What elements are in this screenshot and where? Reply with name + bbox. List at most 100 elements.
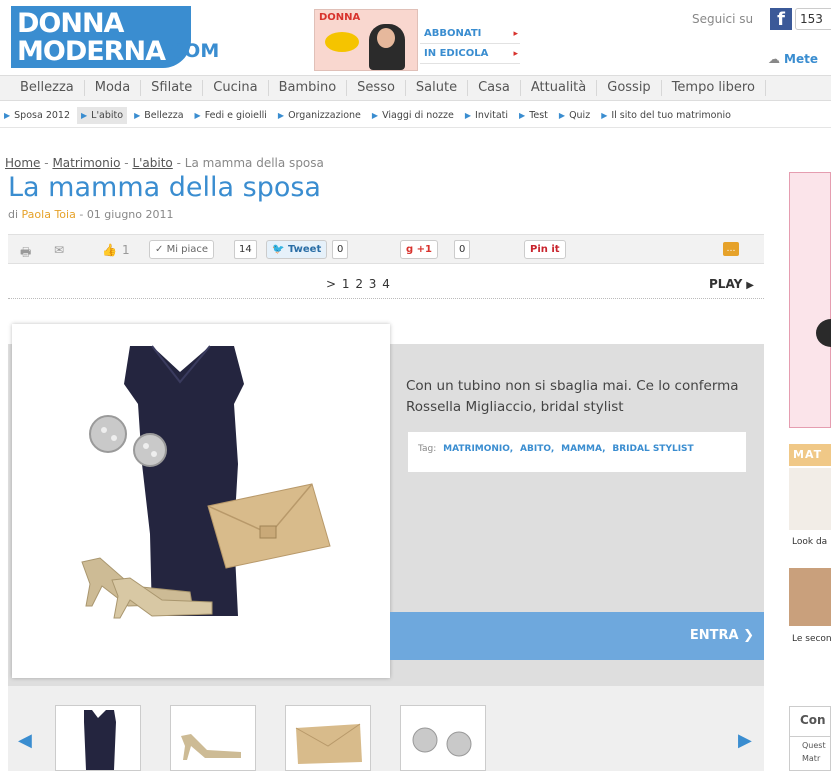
breadcrumb-separator: - xyxy=(44,156,49,170)
logo-word-moderna: MODERNA xyxy=(17,36,166,67)
thumbnail-shoes[interactable] xyxy=(170,705,256,771)
enter-button[interactable]: ENTRA ❯ xyxy=(390,612,764,660)
weather-cloud-icon: ☁ xyxy=(768,52,780,66)
breadcrumb-labito[interactable]: L'abito xyxy=(132,156,172,170)
facebook-like-button[interactable]: ✓ Mi piace xyxy=(149,240,215,259)
subnav-label: Il sito del tuo matrimonio xyxy=(611,110,731,121)
page-title: La mamma della sposa xyxy=(8,172,321,203)
tags-label: Tag: xyxy=(418,444,437,454)
thumbs-up-icon[interactable]: 👍 xyxy=(102,243,117,257)
weather-label: Mete xyxy=(784,52,818,66)
play-icon: ▶ xyxy=(746,280,754,291)
thumbnail-dress[interactable] xyxy=(55,705,141,771)
subnav-label: Invitati xyxy=(475,110,509,121)
google-plus-label: +1 xyxy=(416,244,432,255)
gallery-caption: Con un tubino non si sbaglia mai. Ce lo … xyxy=(406,378,739,415)
tag-matrimonio[interactable]: MATRIMONIO, xyxy=(443,444,513,454)
nav-item-cucina[interactable]: Cucina xyxy=(203,80,269,96)
triangle-right-icon: ▶ xyxy=(81,111,88,120)
triangle-right-icon: ▶ xyxy=(519,111,526,120)
byline-separator: - xyxy=(79,208,84,221)
nav-item-sesso[interactable]: Sesso xyxy=(347,80,406,96)
play-button[interactable]: PLAY ▶ xyxy=(709,277,754,291)
sidebar-box-link[interactable]: Matr xyxy=(790,750,830,763)
sidebar-item-image[interactable] xyxy=(789,468,831,530)
like-count: 1 xyxy=(122,243,130,257)
nav-item-casa[interactable]: Casa xyxy=(468,80,521,96)
nav-item-sfilate[interactable]: Sfilate xyxy=(141,80,204,96)
breadcrumb-current: La mamma della sposa xyxy=(184,156,324,170)
triangle-right-icon: ▶ xyxy=(601,111,608,120)
triangle-right-icon: ▶ xyxy=(134,111,141,120)
breadcrumb-separator: - xyxy=(176,156,181,170)
earrings-thumbnail-image xyxy=(412,727,472,757)
tag-bridal-stylist[interactable]: BRIDAL STYLIST xyxy=(612,444,693,454)
magazine-cover-face xyxy=(377,28,395,48)
tag-abito[interactable]: ABITO, xyxy=(520,444,554,454)
subnav-item-invitati[interactable]: ▶ Invitati xyxy=(461,107,512,124)
subnav-item-sposa-2012[interactable]: ▶ Sposa 2012 xyxy=(0,107,74,124)
nav-item-attualita[interactable]: Attualità xyxy=(521,80,598,96)
subnav-label: Test xyxy=(529,110,548,121)
thumbnail-next-icon[interactable]: ▶ xyxy=(738,730,752,751)
subnav-label: Sposa 2012 xyxy=(14,110,70,121)
sidebar-item-title[interactable]: Look da xyxy=(792,537,827,547)
nav-item-gossip[interactable]: Gossip xyxy=(597,80,662,96)
main-nav: Bellezza Moda Sfilate Cucina Bambino Ses… xyxy=(0,75,831,101)
site-logo[interactable]: DONNA MODERNA .COM xyxy=(11,6,243,68)
subnav-item-test[interactable]: ▶ Test xyxy=(515,107,552,124)
sidebar-item-image[interactable] xyxy=(789,568,831,626)
subscribe-link[interactable]: ABBONATI ▸ xyxy=(420,24,520,44)
magazine-title: DONNA xyxy=(319,12,361,23)
email-icon[interactable]: ✉ xyxy=(54,243,64,257)
author-link[interactable]: Paola Toia xyxy=(22,208,76,221)
newsstand-label: IN EDICOLA xyxy=(424,48,489,59)
facebook-icon[interactable]: f xyxy=(770,8,792,30)
print-icon[interactable]: 🖶 xyxy=(20,243,31,264)
nav-item-tempo-libero[interactable]: Tempo libero xyxy=(662,80,766,96)
subscribe-label: ABBONATI xyxy=(424,28,482,39)
gallery-main-image[interactable] xyxy=(12,324,390,678)
subnav-item-organizzazione[interactable]: ▶ Organizzazione xyxy=(274,107,365,124)
tag-mamma[interactable]: MAMMA, xyxy=(561,444,605,454)
subnav-item-bellezza[interactable]: ▶ Bellezza xyxy=(130,107,187,124)
facebook-like-label: Mi piace xyxy=(166,244,209,255)
weather-link[interactable]: ☁ Mete xyxy=(768,52,818,66)
google-plus-button[interactable]: g +1 xyxy=(400,240,438,259)
subnav-item-labito[interactable]: ▶ L'abito xyxy=(77,107,128,124)
subnav-item-viaggi-nozze[interactable]: ▶ Viaggi di nozze xyxy=(368,107,458,124)
nav-item-moda[interactable]: Moda xyxy=(85,80,142,96)
sidebar-item-title[interactable]: Le secon xyxy=(792,634,831,644)
triangle-right-icon: ▶ xyxy=(558,111,566,120)
thumbnail-prev-icon[interactable]: ◀ xyxy=(18,730,32,751)
magazine-badge xyxy=(325,32,359,52)
pager-prev[interactable]: > xyxy=(326,277,337,291)
subnav-item-fedi-gioielli[interactable]: ▶ Fedi e gioielli xyxy=(191,107,271,124)
sidebar-ad[interactable] xyxy=(789,172,831,428)
thumbnail-earrings[interactable] xyxy=(400,705,486,771)
newsstand-link[interactable]: IN EDICOLA ▸ xyxy=(420,44,520,64)
publish-date: 01 giugno 2011 xyxy=(86,208,174,221)
subnav-item-sito-matrimonio[interactable]: ▶ Il sito del tuo matrimonio xyxy=(597,107,735,124)
subnav-label: L'abito xyxy=(91,110,124,121)
byline-prefix: di xyxy=(8,208,19,221)
comment-icon[interactable]: … xyxy=(723,242,739,256)
share-bar: 🖶 ✉ 👍 1 ✓ Mi piace 14 🐦 Tweet 0 g +1 0 P… xyxy=(8,234,764,264)
nav-item-bellezza[interactable]: Bellezza xyxy=(0,80,85,96)
nav-item-bambino[interactable]: Bambino xyxy=(269,80,348,96)
tweet-button[interactable]: 🐦 Tweet xyxy=(266,240,328,259)
subnav-label: Bellezza xyxy=(144,110,184,121)
google-plus-icon: g xyxy=(406,244,414,255)
sidebar-box-link[interactable]: Quest xyxy=(790,737,830,750)
gallery-pager: > 1 2 3 4 xyxy=(326,277,391,291)
triangle-right-icon: ▶ xyxy=(464,111,472,120)
magazine-cover[interactable]: DONNA xyxy=(314,9,418,71)
sidebar-box-title: Con xyxy=(790,707,830,737)
nav-item-salute[interactable]: Salute xyxy=(406,80,469,96)
breadcrumb-home[interactable]: Home xyxy=(5,156,40,170)
pinterest-button[interactable]: Pin it xyxy=(524,240,566,259)
thumbnail-clutch[interactable] xyxy=(285,705,371,771)
breadcrumb-matrimonio[interactable]: Matrimonio xyxy=(52,156,120,170)
pager-pages[interactable]: 1 2 3 4 xyxy=(342,277,391,291)
subnav-item-quiz[interactable]: ▶ Quiz xyxy=(555,107,594,124)
